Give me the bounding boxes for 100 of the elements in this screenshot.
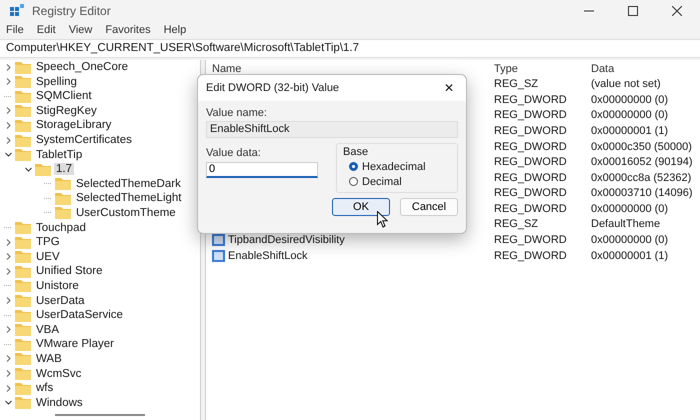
value-data: 0x0000cc8a (52362) — [591, 172, 692, 184]
radio-button[interactable] — [349, 177, 358, 186]
cancel-button[interactable]: Cancel — [400, 198, 458, 216]
value-data: (value not set) — [591, 78, 662, 90]
value-data: 0x00016052 (90194) — [591, 156, 694, 168]
tree-item[interactable]: WcmSvc — [34, 368, 84, 380]
value-type: REG_DWORD — [494, 109, 568, 122]
binary-value-icon — [212, 234, 225, 246]
radio-button[interactable] — [349, 162, 358, 172]
value-type: REG_SZ — [494, 78, 540, 90]
chevron-right-icon[interactable] — [4, 122, 12, 129]
value-data: 0x00000000 (0) — [591, 234, 670, 246]
folder-icon — [15, 308, 31, 322]
chevron-right-icon[interactable] — [4, 107, 12, 114]
folder-icon — [15, 134, 31, 147]
tree-item[interactable]: SelectedThemeLight — [74, 192, 184, 204]
chevron-right-icon[interactable] — [4, 370, 12, 378]
folder-icon — [15, 396, 31, 410]
tree-item[interactable]: VBA — [34, 324, 62, 336]
tree-item[interactable]: StorageLibrary — [34, 119, 114, 132]
value-data: 0x00000000 (0) — [591, 94, 670, 106]
value-type: REG_DWORD — [494, 202, 568, 215]
close-icon[interactable] — [672, 6, 682, 16]
tree-item[interactable]: SQMClient — [34, 90, 94, 102]
chevron-right-icon[interactable] — [4, 268, 12, 275]
folder-icon — [55, 177, 71, 190]
maximize-icon[interactable] — [628, 6, 638, 16]
tree-item[interactable]: UEV — [34, 250, 62, 263]
radio-label[interactable]: Decimal — [362, 176, 402, 188]
chevron-right-icon[interactable] — [4, 297, 12, 304]
tree-item[interactable]: 1.7 — [54, 163, 74, 176]
value-name-field[interactable]: EnableShiftLock — [206, 120, 458, 138]
scrollbar-thumb[interactable] — [55, 414, 145, 416]
folder-icon — [15, 148, 31, 162]
tree-item[interactable]: UserDataService — [34, 309, 125, 322]
tree-item[interactable]: SystemCertificates — [34, 134, 134, 146]
chevron-right-icon[interactable] — [4, 384, 12, 392]
value-type: REG_DWORD — [494, 94, 568, 106]
column-header[interactable]: Name — [206, 62, 494, 75]
folder-icon — [15, 250, 31, 264]
tree-item[interactable]: StigRegKey — [34, 104, 99, 117]
menu-item[interactable]: Favorites — [105, 24, 151, 36]
address-bar[interactable]: Computer\HKEY_CURRENT_USER\Software\Microsoft\TabletTip\1.7 — [0, 38, 700, 58]
folder-icon — [15, 264, 31, 278]
folder-icon — [55, 192, 71, 205]
chevron-right-icon[interactable] — [4, 64, 12, 71]
close-button[interactable]: ✕ — [440, 80, 458, 95]
value-data: 0x00000001 (1) — [591, 124, 670, 137]
folder-icon — [15, 352, 31, 366]
tree-item[interactable]: Windows — [34, 396, 85, 409]
tree-item[interactable]: Touchpad — [34, 222, 88, 234]
folder-icon — [15, 90, 31, 103]
ok-button[interactable]: OK — [332, 198, 390, 216]
value-type: REG_DWORD — [494, 124, 568, 137]
value-data-field[interactable]: 0 — [206, 162, 318, 178]
value-type: REG_SZ — [494, 218, 540, 230]
tree-item[interactable]: SelectedThemeDark — [74, 178, 183, 190]
chevron-down-icon[interactable] — [4, 399, 12, 406]
menu-item[interactable]: Help — [164, 24, 186, 36]
menu-item[interactable]: File — [6, 24, 24, 36]
value-type: REG_DWORD — [494, 234, 568, 246]
value-type: REG_DWORD — [494, 156, 568, 168]
chevron-right-icon[interactable] — [4, 355, 12, 362]
tree-item[interactable]: Spelling — [34, 76, 79, 88]
chevron-down-icon[interactable] — [24, 166, 32, 173]
folder-icon — [15, 236, 31, 249]
tree-item[interactable]: TPG — [34, 236, 62, 248]
field-label: Value data: — [206, 146, 262, 159]
menu-item[interactable]: View — [68, 24, 92, 36]
value-data: 0x00000000 (0) — [591, 202, 670, 215]
group-label: Base — [343, 146, 370, 158]
tree-item[interactable]: TabletTip — [34, 148, 84, 161]
tree-item[interactable]: Unified Store — [34, 265, 104, 278]
tree-item[interactable]: UserCustomTheme — [74, 206, 178, 219]
tree-item[interactable]: Speech_OneCore — [34, 61, 130, 74]
tree-item[interactable]: WAB — [34, 352, 64, 365]
chevron-right-icon[interactable] — [4, 78, 12, 86]
mouse-cursor-icon — [377, 210, 388, 228]
chevron-right-icon[interactable] — [4, 238, 12, 246]
folder-icon — [15, 118, 31, 132]
chevron-right-icon[interactable] — [4, 136, 12, 144]
chevron-right-icon[interactable] — [4, 326, 12, 334]
chevron-right-icon[interactable] — [4, 253, 12, 260]
tree-item[interactable]: Unistore — [34, 280, 81, 292]
tree-item[interactable]: wfs — [34, 382, 56, 394]
menu-item[interactable]: Edit — [36, 24, 56, 36]
binary-value-icon — [212, 250, 225, 262]
column-header[interactable]: Type — [494, 62, 591, 75]
value-name: TipbandDesiredVisibility — [228, 234, 345, 246]
value-name: EnableShiftLock — [228, 250, 308, 262]
value-data: 0x0000c350 (50000) — [591, 140, 693, 153]
chevron-down-icon[interactable] — [4, 151, 12, 158]
folder-icon — [15, 60, 31, 74]
window-title: Registry Editor — [32, 4, 111, 18]
tree-item[interactable]: UserData — [34, 294, 87, 307]
value-type: REG_DWORD — [494, 250, 568, 262]
tree-item[interactable]: VMware Player — [34, 338, 116, 350]
column-header[interactable]: Data — [591, 62, 700, 75]
folder-icon — [15, 75, 31, 88]
radio-label[interactable]: Hexadecimal — [362, 160, 426, 173]
